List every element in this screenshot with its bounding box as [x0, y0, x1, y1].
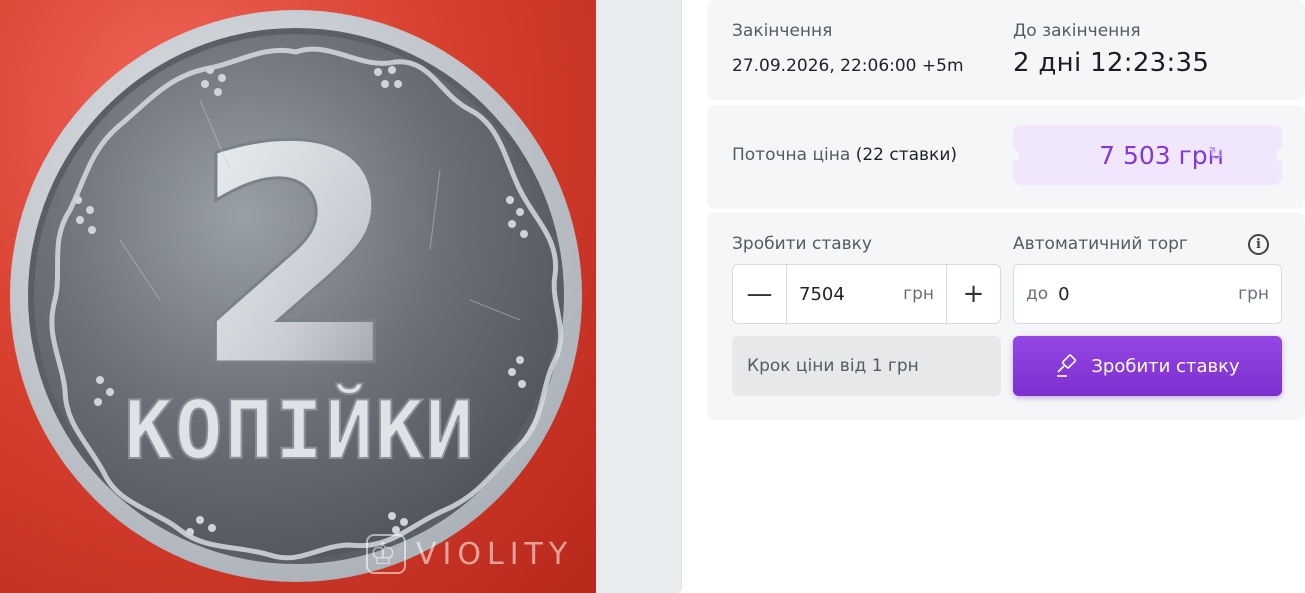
crown-icon: ♔ [366, 534, 406, 574]
place-bid-label: Зробити ставку [1091, 355, 1240, 377]
bids-count: (22 ставки) [855, 145, 958, 165]
gavel-icon [1057, 354, 1077, 377]
remaining-countdown: 2 дні 12:23:35 [1013, 48, 1210, 78]
bid-panel: Зробити ставку Автоматичний торг i — грн… [707, 212, 1305, 420]
auto-bid-label: Автоматичний торг [1013, 234, 1188, 254]
current-price-value: 7 503 грн [1099, 140, 1224, 170]
current-price-label-row: Поточна ціна (22 ставки) [732, 145, 957, 165]
remaining-label: До закінчення [1013, 21, 1141, 41]
auction-page: 2 КОПІЙКИ ♔ VIOLITY Закінчення 27.09.202… [0, 0, 1305, 593]
decrease-bid-button[interactable]: — [733, 265, 787, 323]
coin-inscription: КОПІЙКИ [124, 383, 475, 477]
coin-image: 2 КОПІЙКИ [10, 10, 582, 582]
bid-unit: грн [903, 284, 934, 304]
current-price-panel: Поточна ціна (22 ставки) 7 503 грн ↻ [707, 105, 1305, 209]
info-icon[interactable]: i [1248, 234, 1269, 255]
bid-label: Зробити ставку [732, 234, 872, 254]
place-bid-button[interactable]: Зробити ставку [1013, 336, 1282, 396]
bid-amount-input[interactable] [799, 283, 889, 305]
bid-amount-stepper: — грн + [732, 264, 1001, 324]
auction-timing-panel: Закінчення 27.09.2026, 22:06:00 +5m До з… [707, 0, 1305, 100]
auto-bid-input[interactable] [1058, 283, 1179, 305]
coin-denomination: 2 [192, 84, 401, 433]
product-photo[interactable]: 2 КОПІЙКИ ♔ VIOLITY [0, 0, 596, 593]
end-value: 27.09.2026, 22:06:00 +5m [732, 56, 964, 76]
auto-bid-field: до грн [1013, 264, 1282, 324]
refresh-icon[interactable]: ↻ [1208, 143, 1224, 165]
current-price-ticket: 7 503 грн ↻ [1007, 125, 1288, 185]
auto-bid-unit: грн [1238, 284, 1269, 304]
watermark: ♔ VIOLITY [366, 534, 573, 574]
current-price-label: Поточна ціна [732, 145, 851, 165]
end-label: Закінчення [732, 21, 833, 41]
price-step-note: Крок ціни від 1 грн [732, 336, 1001, 396]
photo-gutter [596, 0, 682, 593]
bid-amount-wrapper: грн [787, 265, 946, 323]
increase-bid-button[interactable]: + [946, 265, 1000, 323]
watermark-text: VIOLITY [416, 536, 574, 572]
auto-bid-prefix: до [1026, 284, 1049, 304]
